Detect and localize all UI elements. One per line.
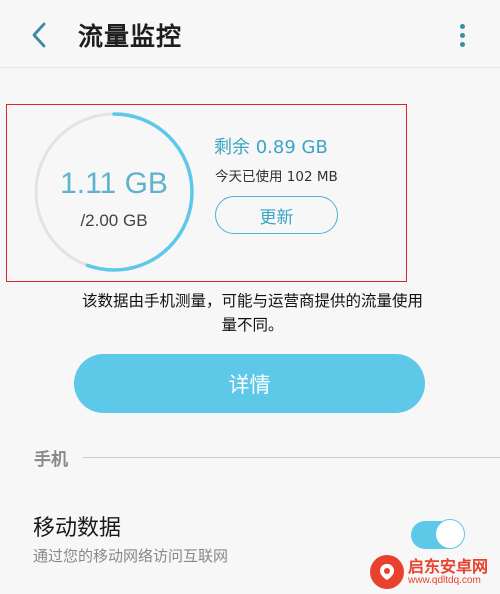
mobile-data-toggle[interactable]: [411, 519, 465, 549]
mobile-data-subtitle: 通过您的移动网络访问互联网: [33, 547, 229, 565]
usage-summary-card: 1.11 GB /2.00 GB 剩余 0.89 GB 今天已使用 102 MB…: [6, 104, 407, 282]
app-bar: 流量监控: [0, 0, 500, 68]
measurement-disclaimer: 该数据由手机测量，可能与运营商提供的流量使用量不同。: [81, 292, 423, 334]
page-title: 流量监控: [78, 22, 183, 51]
today-usage: 今天已使用 102 MB: [215, 169, 338, 185]
back-button[interactable]: [22, 18, 56, 52]
watermark-logo-icon: [370, 555, 404, 589]
details-button[interactable]: 详情: [74, 354, 425, 413]
total-data-value: /2.00 GB: [80, 211, 148, 230]
watermark-name: 启东安卓网: [408, 556, 489, 576]
remaining-data: 剩余 0.89 GB: [214, 137, 328, 158]
section-divider: [83, 457, 500, 458]
back-arrow-icon: [32, 22, 46, 48]
used-data-value: 1.11 GB: [60, 167, 168, 200]
more-vertical-icon: [459, 23, 465, 29]
mobile-data-title[interactable]: 移动数据: [33, 510, 121, 542]
section-header-phone: 手机: [34, 450, 68, 470]
usage-ring: 1.11 GB /2.00 GB: [33, 111, 195, 273]
update-button[interactable]: 更新: [215, 196, 338, 234]
more-options-button[interactable]: [454, 18, 470, 52]
watermark: 启东安卓网 www.qdltdq.com: [370, 552, 498, 592]
watermark-url: www.qdltdq.com: [408, 575, 481, 587]
toggle-knob: [435, 519, 465, 549]
